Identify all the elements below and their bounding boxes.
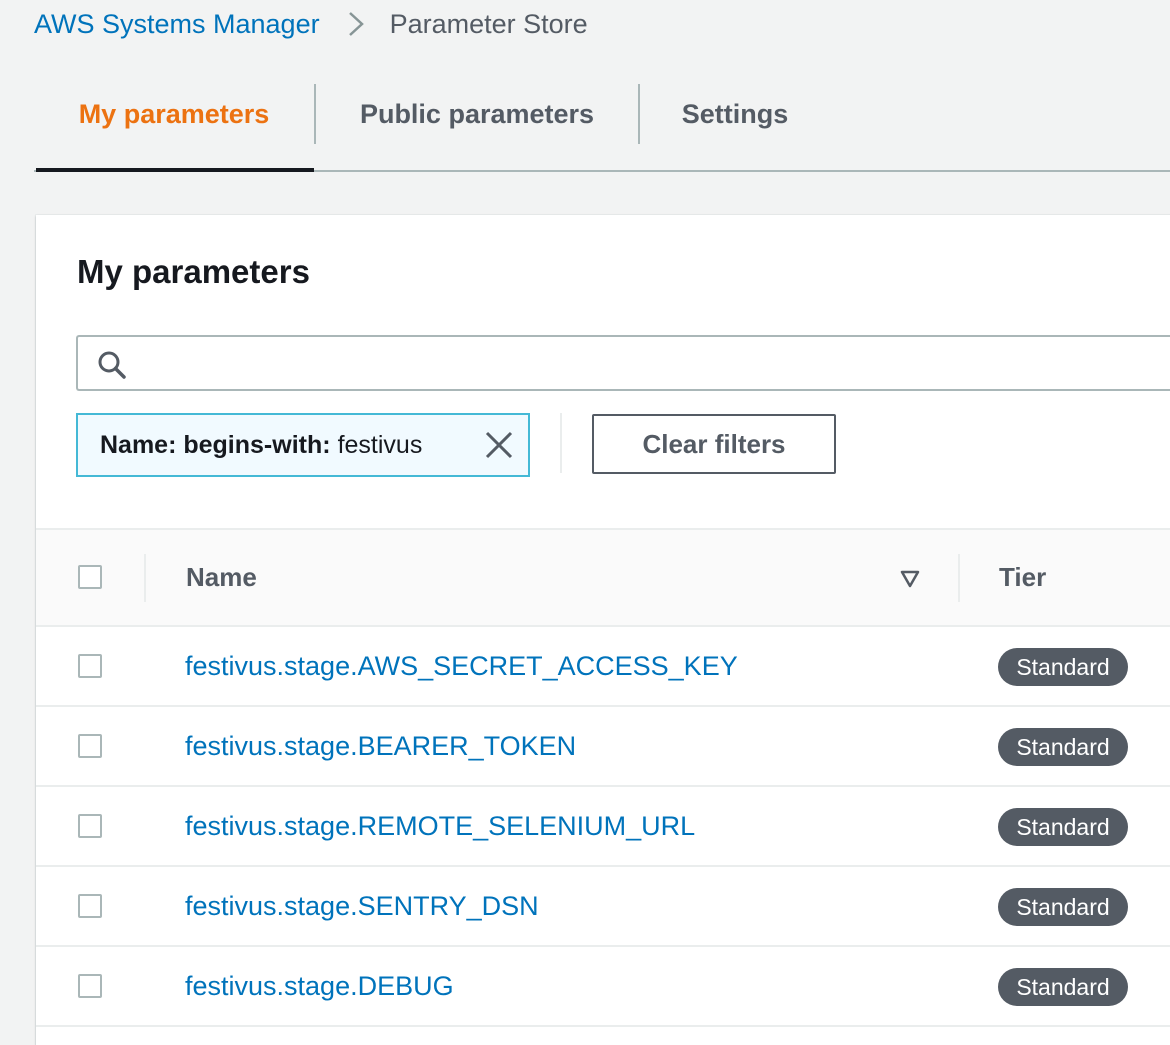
table-row: festivus.stage.AWS_SECRET_ACCESS_KEY Sta… [36,627,1170,707]
chevron-right-icon [348,11,364,37]
clear-filters-button[interactable]: Clear filters [592,414,836,474]
row-checkbox[interactable] [78,974,102,998]
parameter-name-link[interactable]: festivus.stage.DEBUG [185,971,454,1002]
row-checkbox[interactable] [78,734,102,758]
column-divider [958,554,960,602]
row-checkbox[interactable] [78,654,102,678]
parameter-name-link[interactable]: festivus.stage.SENTRY_DSN [185,891,539,922]
tier-badge: Standard [998,728,1128,766]
tier-badge: Standard [998,968,1128,1006]
tab-my-parameters[interactable]: My parameters [34,84,314,144]
table-row: festivus.stage.BEARER_TOKEN Standard [36,707,1170,787]
filter-token-value: festivus [337,430,423,459]
parameter-name-link[interactable]: festivus.stage.BEARER_TOKEN [185,731,576,762]
search-icon [96,349,128,381]
table-header: Name Tier [36,528,1170,627]
parameter-name-link[interactable]: festivus.stage.AWS_SECRET_ACCESS_KEY [185,651,738,682]
column-header-tier[interactable]: Tier [999,562,1046,593]
table-row: festivus.stage.SENTRY_DSN Standard [36,867,1170,947]
column-divider [144,554,146,602]
tab-public-parameters[interactable]: Public parameters [316,84,638,144]
search-input[interactable] [142,341,1146,387]
tier-badge: Standard [998,808,1128,846]
filter-token: Name: begins-with: festivus [76,413,530,477]
tier-badge: Standard [998,888,1128,926]
breadcrumb: AWS Systems Manager Parameter Store [34,6,588,42]
column-header-name[interactable]: Name [186,562,257,593]
table-row: festivus.stage.DEBUG Standard [36,947,1170,1027]
search-box [76,335,1170,391]
breadcrumb-link-systems-manager[interactable]: AWS Systems Manager [34,9,320,40]
table-row: festivus.stage.REMOTE_SELENIUM_URL Stand… [36,787,1170,867]
close-icon[interactable] [484,430,514,460]
tab-bar: My parameters Public parameters Settings [34,84,1170,172]
filter-token-key: Name: begins-with: [100,430,331,459]
sort-descending-icon[interactable] [900,570,920,588]
my-parameters-panel: My parameters Name: begins-with: festivu… [36,215,1170,1045]
breadcrumb-current: Parameter Store [389,8,588,39]
active-tab-indicator [36,168,314,172]
panel-title: My parameters [77,253,310,290]
select-all-checkbox[interactable] [78,565,102,589]
row-checkbox[interactable] [78,894,102,918]
row-checkbox[interactable] [78,814,102,838]
parameter-name-link[interactable]: festivus.stage.REMOTE_SELENIUM_URL [185,811,695,842]
filter-divider [560,413,562,473]
tab-settings[interactable]: Settings [640,84,830,144]
tier-badge: Standard [998,648,1128,686]
